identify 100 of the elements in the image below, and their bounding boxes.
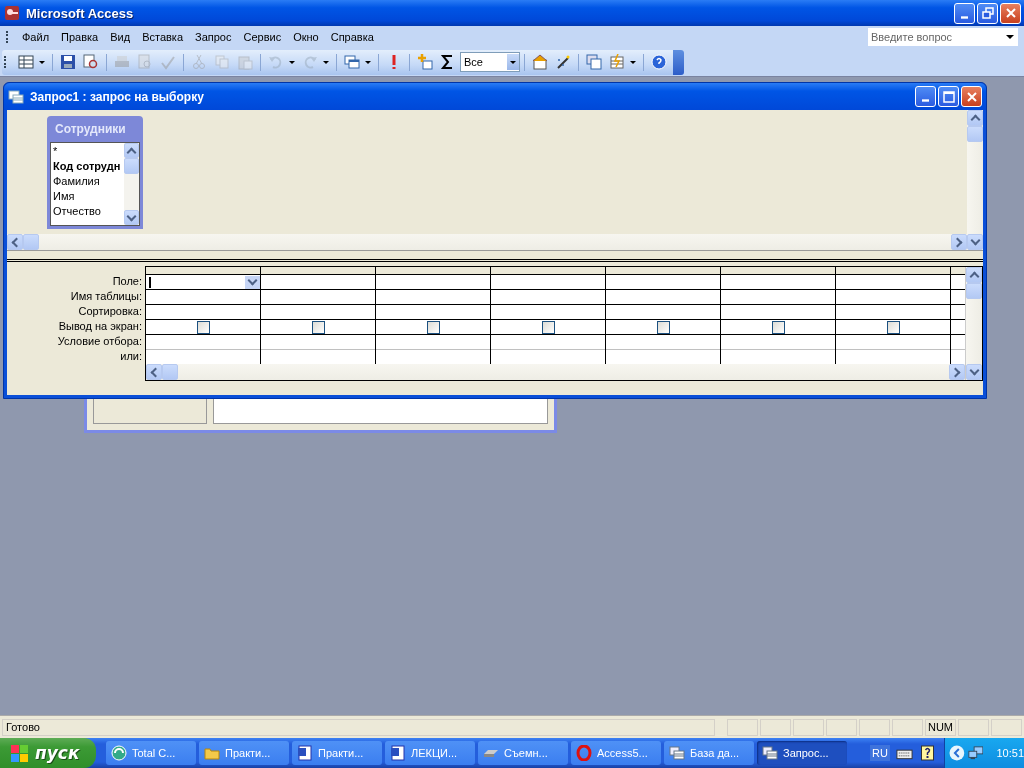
horizontal-scrollbar[interactable] [7, 234, 967, 250]
language-indicator[interactable]: RU [870, 745, 890, 761]
preview-icon [83, 54, 99, 70]
column-selector[interactable] [721, 267, 835, 275]
caret-icon [1006, 35, 1014, 39]
help-icon [651, 54, 667, 70]
database-window-button[interactable] [583, 51, 605, 73]
menu-item[interactable]: Окно [287, 31, 325, 43]
scrollbar[interactable] [124, 143, 139, 225]
clock: 10:51 [996, 747, 1024, 759]
start-button[interactable]: пуск [0, 738, 96, 768]
close-button[interactable] [1000, 2, 1021, 24]
chevron-left-icon[interactable] [949, 745, 965, 761]
caret-icon[interactable] [365, 60, 371, 64]
windows-flag-icon [10, 743, 30, 763]
undo-icon [268, 54, 284, 70]
field-cell[interactable] [146, 275, 260, 290]
table-view-icon [18, 54, 34, 70]
spell-check-icon [160, 54, 176, 70]
row-label: Имя таблицы: [69, 289, 142, 304]
menu-item[interactable]: Правка [55, 31, 105, 43]
menu-item[interactable]: Сервис [237, 31, 288, 43]
dropdown-button[interactable] [1002, 28, 1018, 46]
taskbar-button[interactable]: Access5... [571, 741, 661, 765]
field-list-title: Сотрудники [54, 121, 127, 138]
maximize-button[interactable] [938, 86, 959, 107]
top-values-dropdown[interactable]: Все [460, 52, 520, 72]
query-window-icon [762, 745, 778, 761]
status-panel [760, 718, 791, 736]
properties-icon [532, 54, 548, 70]
taskbar-button[interactable]: Запрос... [757, 741, 847, 765]
status-panel [892, 718, 923, 736]
show-checkbox[interactable] [771, 320, 785, 334]
show-checkbox[interactable] [426, 320, 440, 334]
status-text: Готово [6, 721, 40, 733]
field-item[interactable]: * [53, 144, 122, 159]
row-label: Вывод на экран: [57, 319, 142, 334]
toolbar-options-button[interactable] [673, 49, 684, 75]
column-selector[interactable] [606, 267, 720, 275]
show-checkbox[interactable] [541, 320, 555, 334]
help-button[interactable] [648, 51, 670, 73]
exclamation-icon [392, 55, 396, 69]
help-icon[interactable] [919, 745, 936, 761]
maximize-icon [942, 90, 955, 103]
close-button[interactable] [961, 86, 982, 107]
database-window-icon [586, 54, 602, 70]
menu-item[interactable]: Запрос [189, 31, 238, 43]
vertical-scrollbar[interactable] [965, 267, 982, 380]
cut-icon [191, 54, 207, 70]
show-checkbox[interactable] [196, 320, 210, 334]
column-selector[interactable] [146, 267, 260, 275]
cycle-icon [111, 745, 127, 761]
menu-item[interactable]: Вставка [136, 31, 189, 43]
menu-item[interactable]: Вид [104, 31, 137, 43]
field-item[interactable]: Имя [53, 189, 122, 204]
redo-icon [302, 54, 318, 70]
windows-icon [344, 54, 360, 70]
minimize-icon [961, 15, 968, 19]
column-selector[interactable] [491, 267, 605, 275]
add-table-icon [417, 54, 433, 70]
row-label: Сортировка: [77, 304, 142, 319]
caret-icon[interactable] [630, 60, 636, 64]
help-search-field[interactable]: Введите вопрос [868, 28, 1002, 46]
column-selector[interactable] [836, 267, 950, 275]
minimize-button[interactable] [954, 2, 975, 24]
show-checkbox[interactable] [311, 320, 325, 334]
dropdown-button[interactable] [245, 275, 260, 289]
menu-item[interactable]: Справка [324, 31, 380, 43]
column-selector[interactable] [261, 267, 375, 275]
num-lock-indicator: NUM [927, 721, 954, 733]
field-item[interactable]: Отчество [53, 204, 122, 219]
document-icon [297, 745, 313, 761]
caret-icon[interactable] [323, 60, 329, 64]
vertical-scrollbar[interactable] [967, 110, 983, 250]
field-item[interactable]: Код сотрудн [53, 159, 122, 174]
caret-icon[interactable] [39, 60, 45, 64]
row-label: Условие отбора: [56, 334, 142, 349]
copy-icon [214, 54, 230, 70]
network-icon[interactable] [967, 745, 984, 761]
document-icon [390, 745, 406, 761]
key-icon [4, 5, 20, 21]
menu-item[interactable]: Файл [16, 31, 56, 43]
print-preview-icon [137, 54, 153, 70]
status-panel [991, 718, 1022, 736]
close-icon [965, 90, 978, 103]
field-item[interactable]: Фамилия [53, 174, 122, 189]
wand-icon [555, 54, 571, 70]
horizontal-scrollbar[interactable] [146, 364, 965, 380]
status-panel [958, 718, 989, 736]
column-selector[interactable] [376, 267, 490, 275]
show-checkbox[interactable] [656, 320, 670, 334]
minimize-button[interactable] [915, 86, 936, 107]
restore-icon [981, 7, 994, 19]
close-icon [1004, 7, 1017, 19]
taskbar-button[interactable]: База да... [664, 741, 754, 765]
show-checkbox[interactable] [886, 320, 900, 334]
row-label: или: [119, 349, 142, 364]
caret-icon[interactable] [289, 60, 295, 64]
print-icon [114, 54, 130, 70]
restore-button[interactable] [977, 2, 998, 24]
